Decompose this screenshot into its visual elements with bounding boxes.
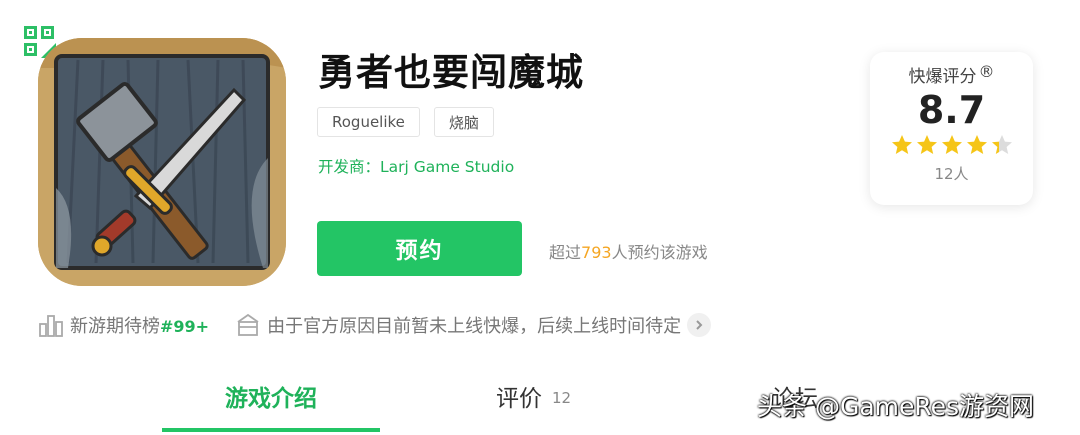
rank-value: #99+ bbox=[160, 317, 210, 336]
ranking-icon bbox=[39, 315, 63, 337]
tab-review[interactable]: 评价 12 bbox=[496, 379, 571, 413]
reserve-count-text: 超过793人预约该游戏 bbox=[549, 239, 708, 263]
registered-mark: ® bbox=[978, 62, 995, 81]
tab-review-count: 12 bbox=[552, 389, 572, 407]
score-label-text: 快爆评分 bbox=[908, 67, 977, 87]
reserve-count: 793 bbox=[581, 243, 612, 262]
developer-link[interactable]: 开发商：Larj Game Studio bbox=[318, 155, 514, 177]
game-title: 勇者也要闯魔城 bbox=[318, 51, 584, 94]
tab-intro[interactable]: 游戏介绍 bbox=[162, 379, 380, 413]
tag-brain[interactable]: 烧脑 bbox=[433, 107, 494, 137]
rank-link[interactable]: 新游期待榜#99+ bbox=[70, 312, 209, 338]
meta-row: 新游期待榜#99+ 由于官方原因目前暂未上线快爆，后续上线时间待定 bbox=[38, 312, 712, 338]
notice-text: 由于官方原因目前暂未上线快爆，后续上线时间待定 bbox=[267, 316, 682, 337]
reserve-button[interactable]: 预约 bbox=[317, 221, 522, 276]
star-icon bbox=[916, 135, 937, 154]
star-icon bbox=[941, 135, 962, 154]
rank-label: 新游期待榜 bbox=[70, 316, 160, 337]
star-icon bbox=[966, 135, 987, 154]
rater-count: 12人 bbox=[934, 165, 969, 183]
active-tab-indicator bbox=[162, 428, 380, 432]
star-icon bbox=[891, 135, 912, 154]
score-value: 8.7 bbox=[917, 88, 986, 132]
tag-list: Roguelike 烧脑 bbox=[317, 107, 494, 137]
watermark: 头条 @GameRes游资网 bbox=[757, 392, 1035, 421]
tag-roguelike[interactable]: Roguelike bbox=[317, 107, 420, 137]
star-rating bbox=[870, 133, 1033, 157]
star-icon bbox=[991, 135, 1012, 154]
store-icon bbox=[237, 313, 259, 336]
reserve-suffix: 人预约该游戏 bbox=[611, 243, 708, 262]
notice[interactable]: 由于官方原因目前暂未上线快爆，后续上线时间待定 bbox=[235, 312, 712, 338]
score-label: 快爆评分 ® bbox=[870, 62, 1033, 87]
game-icon bbox=[38, 38, 286, 286]
chevron-right-icon[interactable] bbox=[687, 313, 712, 337]
tab-review-label: 评价 bbox=[496, 386, 542, 412]
reserve-prefix: 超过 bbox=[549, 243, 582, 262]
score-card[interactable]: 快爆评分 ® 8.7 12人 bbox=[870, 52, 1033, 205]
